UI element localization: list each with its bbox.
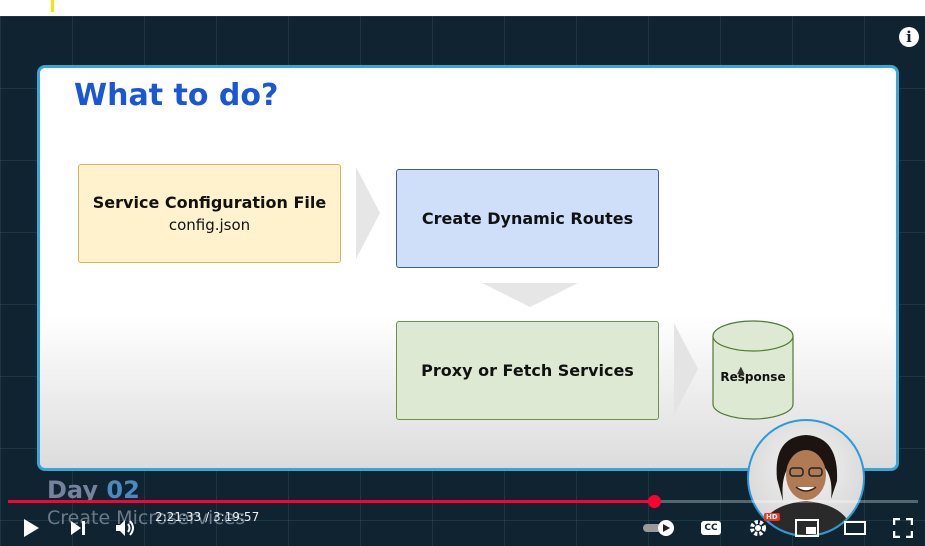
response-label: Response <box>720 370 786 384</box>
player-controls: 2:21:33 / 3:19:57 CC HD <box>0 510 925 546</box>
progress-scrubber[interactable] <box>648 495 661 508</box>
yellow-marker <box>51 0 54 12</box>
duration: 3:19:57 <box>212 510 260 524</box>
box-title: Service Configuration File <box>92 193 327 212</box>
hd-badge: HD <box>764 513 780 521</box>
progress-played <box>8 500 654 503</box>
box-title: Create Dynamic Routes <box>421 209 634 228</box>
fullscreen-icon[interactable] <box>889 510 917 546</box>
box-subtitle: config.json <box>168 216 251 234</box>
video-player[interactable]: i What to do? Service Configuration File… <box>0 16 925 546</box>
volume-icon[interactable] <box>113 510 139 546</box>
top-bar <box>0 0 925 16</box>
next-icon[interactable] <box>67 510 89 546</box>
theater-mode-icon[interactable] <box>841 510 869 546</box>
miniplayer-icon[interactable] <box>793 510 821 546</box>
play-icon[interactable] <box>20 510 42 546</box>
time-separator: / <box>201 510 213 524</box>
box-title: Proxy or Fetch Services <box>421 361 634 380</box>
progress-bar[interactable] <box>8 500 918 503</box>
arrow-down-icon <box>482 283 578 307</box>
arrow-right-icon <box>356 167 380 259</box>
slide-title: What to do? <box>74 78 279 113</box>
arrow-right-icon <box>674 323 698 415</box>
mouse-cursor-icon: ▲ <box>737 365 745 376</box>
current-time: 2:21:33 <box>155 510 202 524</box>
captions-icon[interactable]: CC <box>698 510 724 546</box>
dynamic-routes-box: Create Dynamic Routes <box>396 169 659 268</box>
info-icon[interactable]: i <box>899 27 919 47</box>
service-config-box: Service Configuration File config.json <box>78 164 341 263</box>
proxy-fetch-box: Proxy or Fetch Services <box>396 321 659 420</box>
captions-label: CC <box>701 521 721 535</box>
slide-card: What to do? Service Configuration File c… <box>37 65 899 471</box>
autoplay-toggle-icon[interactable] <box>641 510 679 546</box>
time-display: 2:21:33 / 3:19:57 <box>155 510 259 546</box>
